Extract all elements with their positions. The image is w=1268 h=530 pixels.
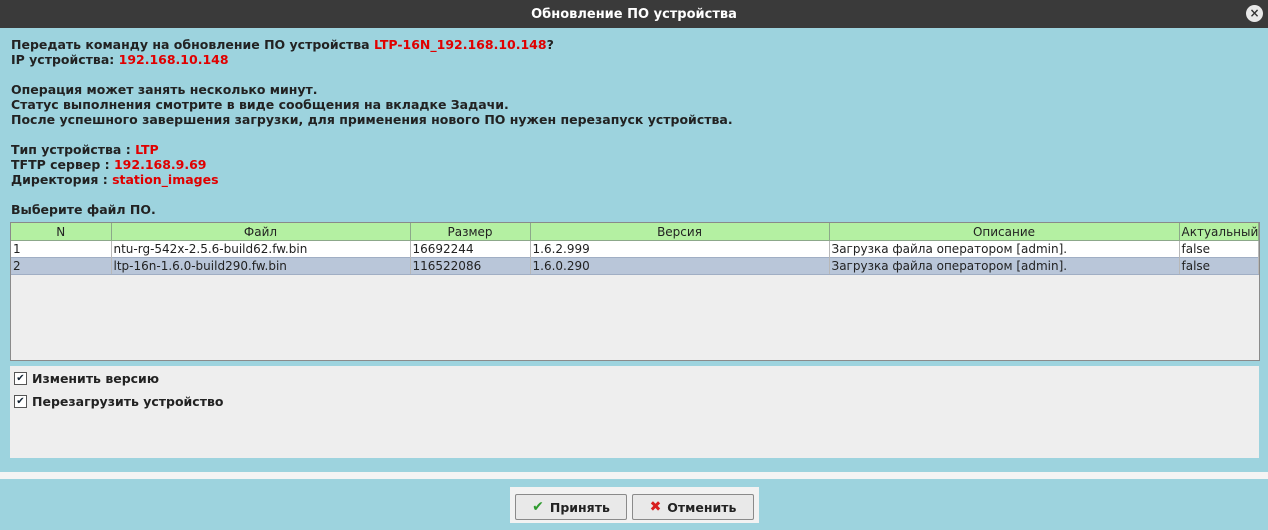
cell-version: 1.6.2.999 — [530, 240, 830, 258]
tftp-label: TFTP сервер : — [11, 157, 114, 172]
ip-line: IP устройства: 192.168.10.148 — [11, 52, 229, 67]
cell-file: ntu-rg-542x-2.5.6-build62.fw.bin — [111, 240, 411, 258]
ip-label: IP устройства: — [11, 52, 119, 67]
device-type-label: Тип устройства : — [11, 142, 136, 157]
col-header-file[interactable]: Файл — [111, 223, 411, 241]
cell-description: Загрузка файла оператором [admin]. — [829, 240, 1180, 258]
cross-icon: ✖ — [649, 499, 662, 515]
accept-label: Принять — [549, 499, 610, 515]
cancel-button[interactable]: ✖ Отменить — [632, 494, 754, 520]
table-header-row: N Файл Размер Версия Описание Актуальный — [11, 223, 1259, 241]
device-type-line: Тип устройства : LTP — [11, 142, 159, 157]
col-header-version[interactable]: Версия — [530, 223, 830, 241]
col-header-n[interactable]: N — [11, 223, 112, 241]
note-status: Статус выполнения смотрите в виде сообще… — [11, 97, 509, 112]
close-icon[interactable]: × — [1246, 5, 1263, 22]
cell-size: 116522086 — [410, 257, 531, 275]
dialog-body: Передать команду на обновление ПО устрой… — [0, 28, 1268, 472]
window-titlebar: Обновление ПО устройства × — [0, 0, 1268, 28]
accept-button[interactable]: ✔ Принять — [515, 494, 627, 520]
window-title: Обновление ПО устройства — [531, 6, 737, 22]
check-icon[interactable]: ✔ — [14, 395, 27, 408]
cell-actual: false — [1179, 240, 1259, 258]
directory-value: station_images — [112, 172, 219, 187]
update-prompt: Передать команду на обновление ПО устрой… — [11, 37, 554, 52]
cell-n: 1 — [11, 240, 112, 258]
change-version-checkbox[interactable]: ✔ Изменить версию — [14, 371, 159, 386]
table-row-selected[interactable]: 2 ltp-16n-1.6.0-build290.fw.bin 11652208… — [11, 257, 1259, 275]
cell-actual: false — [1179, 257, 1259, 275]
note-reboot: После успешного завершения загрузки, для… — [11, 112, 733, 127]
directory-line: Директория : station_images — [11, 172, 219, 187]
select-file-label: Выберите файл ПО. — [11, 202, 156, 217]
cell-size: 16692244 — [410, 240, 531, 258]
cell-version: 1.6.0.290 — [530, 257, 830, 275]
change-version-label: Изменить версию — [32, 371, 159, 386]
prompt-prefix: Передать команду на обновление ПО устрой… — [11, 37, 374, 52]
note-duration: Операция может занять несколько минут. — [11, 82, 318, 97]
check-icon: ✔ — [532, 499, 544, 515]
cell-n: 2 — [11, 257, 112, 275]
button-panel: ✔ Принять ✖ Отменить — [510, 487, 759, 523]
cell-file: ltp-16n-1.6.0-build290.fw.bin — [111, 257, 411, 275]
check-icon[interactable]: ✔ — [14, 372, 27, 385]
table-row[interactable]: 1 ntu-rg-542x-2.5.6-build62.fw.bin 16692… — [11, 240, 1259, 258]
reboot-device-checkbox[interactable]: ✔ Перезагрузить устройство — [14, 394, 223, 409]
footer-separator — [0, 472, 1268, 479]
footer-bar: ✔ Принять ✖ Отменить — [0, 479, 1268, 530]
options-panel: ✔ Изменить версию ✔ Перезагрузить устрой… — [10, 366, 1259, 458]
device-name: LTP-16N_192.168.10.148 — [373, 37, 547, 52]
directory-label: Директория : — [11, 172, 113, 187]
tftp-line: TFTP сервер : 192.168.9.69 — [11, 157, 207, 172]
ip-value: 192.168.10.148 — [118, 52, 229, 67]
cell-description: Загрузка файла оператором [admin]. — [829, 257, 1180, 275]
col-header-size[interactable]: Размер — [410, 223, 531, 241]
device-type-value: LTP — [135, 142, 159, 157]
firmware-table[interactable]: N Файл Размер Версия Описание Актуальный… — [10, 222, 1260, 361]
cancel-label: Отменить — [667, 499, 737, 515]
prompt-suffix: ? — [546, 37, 554, 52]
col-header-description[interactable]: Описание — [829, 223, 1180, 241]
col-header-actual[interactable]: Актуальный — [1179, 223, 1259, 241]
tftp-value: 192.168.9.69 — [113, 157, 207, 172]
reboot-device-label: Перезагрузить устройство — [32, 394, 224, 409]
